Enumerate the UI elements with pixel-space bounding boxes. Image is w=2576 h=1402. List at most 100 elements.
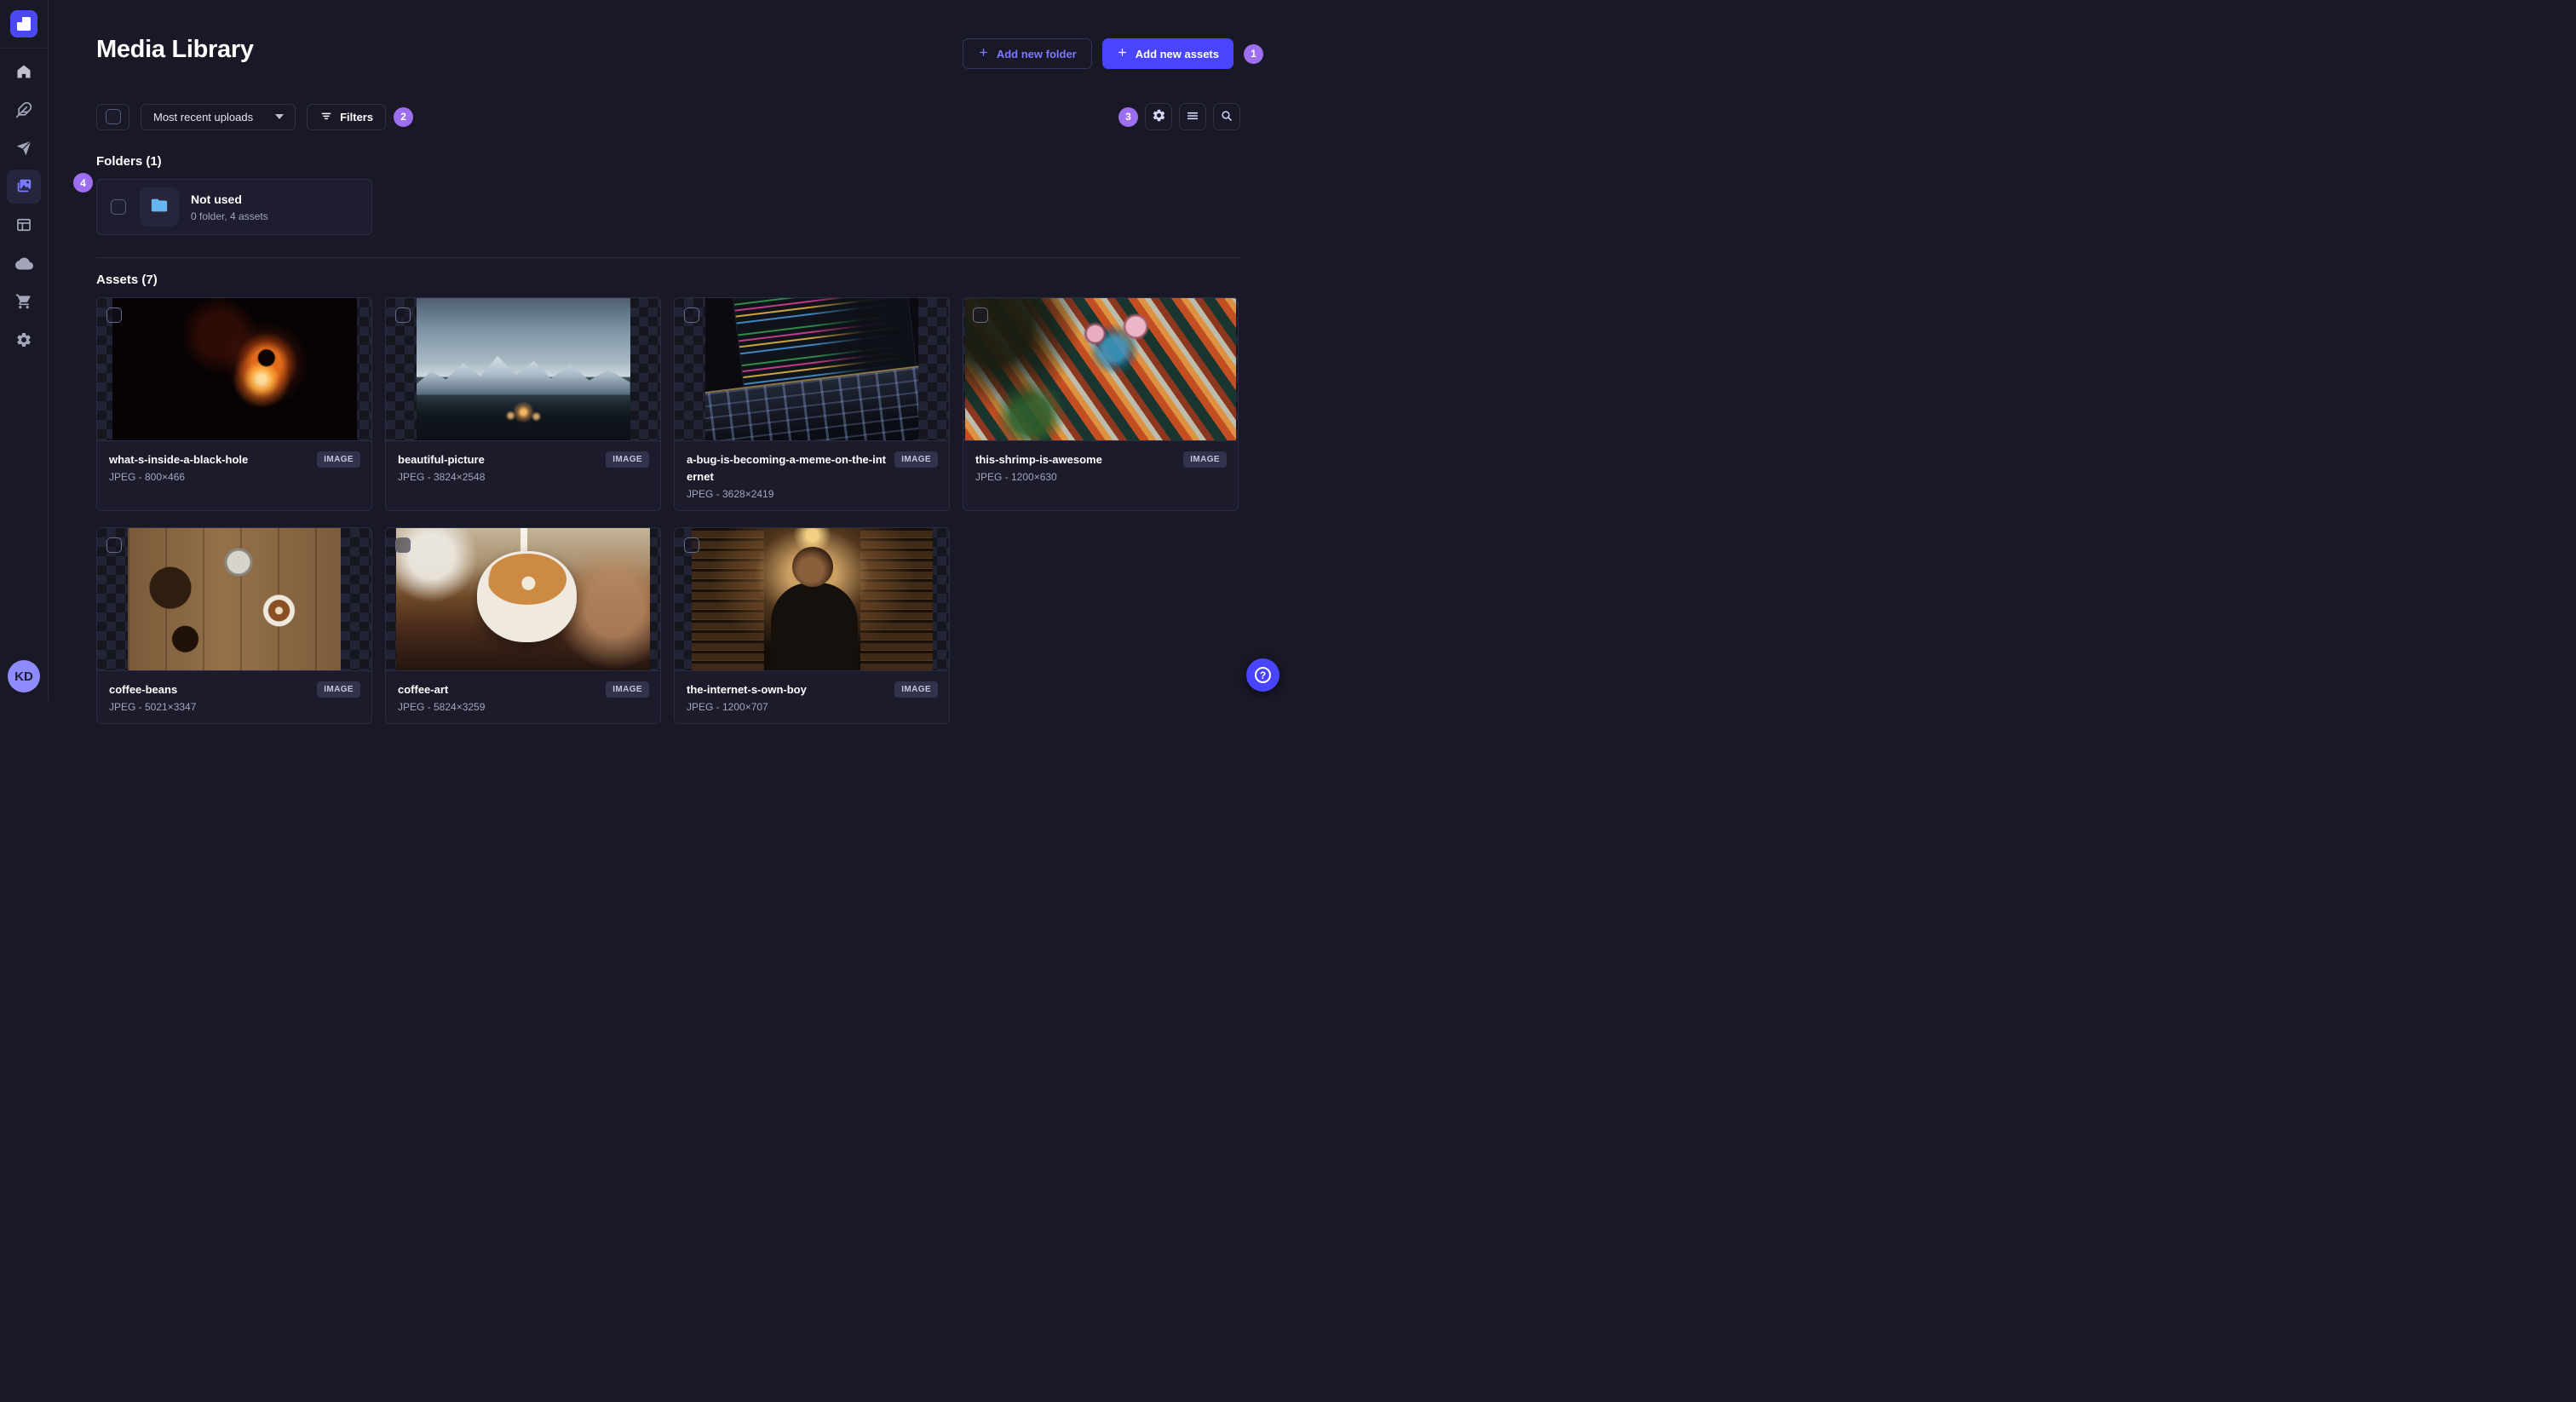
section-divider — [96, 257, 1240, 258]
asset-checkbox[interactable] — [106, 307, 122, 323]
user-avatar[interactable]: KD — [8, 660, 40, 692]
asset-type-badge: IMAGE — [1183, 451, 1227, 468]
assets-grid: what-s-inside-a-black-hole JPEG - 800×46… — [96, 297, 1240, 725]
filters-button[interactable]: Filters — [307, 103, 387, 130]
sort-dropdown[interactable]: Most recent uploads — [141, 103, 296, 130]
sidebar-item-cloud[interactable] — [7, 246, 41, 280]
asset-footer: what-s-inside-a-black-hole JPEG - 800×46… — [97, 440, 371, 494]
controls-row: Most recent uploads Filters 2 3 — [96, 103, 1240, 130]
sidebar-nav — [7, 55, 41, 361]
asset-card[interactable]: what-s-inside-a-black-hole JPEG - 800×46… — [96, 297, 372, 512]
asset-checkbox[interactable] — [684, 307, 699, 323]
sidebar-item-media-library[interactable] — [7, 170, 41, 204]
asset-thumbnail — [965, 298, 1236, 440]
assets-heading: Assets (7) — [96, 273, 158, 287]
sidebar-item-releases[interactable] — [7, 131, 41, 165]
step-badge-2: 2 — [394, 106, 414, 127]
folder-name: Not used — [191, 192, 242, 207]
asset-card[interactable]: coffee-beans JPEG - 5021×3347 IMAGE — [96, 527, 372, 725]
asset-name: a-bug-is-becoming-a-meme-on-the-internet — [687, 453, 886, 484]
asset-type-badge: IMAGE — [606, 451, 649, 468]
select-all-checkbox[interactable] — [105, 109, 121, 124]
sidebar-item-content-type-builder[interactable] — [7, 208, 41, 242]
folder-card[interactable]: Not used 0 folder, 4 assets — [96, 179, 372, 235]
folders-heading: Folders (1) — [96, 154, 162, 169]
folders-section: 4 Folders (1) Not used 0 folder, 4 asset… — [73, 154, 1240, 235]
asset-footer: beautiful-picture JPEG - 3824×2548 IMAGE — [386, 440, 660, 494]
sidebar-item-content[interactable] — [7, 93, 41, 127]
asset-name: what-s-inside-a-black-hole — [109, 453, 249, 466]
asset-card[interactable]: the-internet-s-own-boy JPEG - 1200×707 I… — [674, 527, 950, 725]
step-badge-4: 4 — [73, 173, 93, 192]
asset-meta: JPEG - 800×466 — [109, 471, 186, 484]
asset-thumbnail — [112, 298, 357, 440]
step-badge-1: 1 — [1244, 43, 1263, 64]
asset-media — [97, 528, 371, 671]
asset-media — [675, 298, 949, 440]
cart-icon — [15, 293, 32, 310]
sidebar-item-settings[interactable] — [7, 323, 41, 357]
asset-thumbnail — [128, 528, 341, 671]
asset-media — [675, 528, 949, 671]
step-badge-3: 3 — [1118, 106, 1138, 127]
asset-type-badge: IMAGE — [894, 451, 938, 468]
asset-checkbox[interactable] — [973, 307, 988, 323]
sidebar-divider — [0, 48, 48, 49]
asset-meta: JPEG - 5021×3347 — [109, 701, 197, 714]
list-view-button[interactable] — [1179, 103, 1206, 130]
home-icon — [15, 63, 32, 80]
folder-checkbox[interactable] — [111, 199, 126, 215]
paper-plane-icon — [15, 140, 32, 157]
asset-meta: JPEG - 3628×2419 — [687, 488, 774, 501]
asset-thumbnail — [691, 528, 933, 671]
assets-section: Assets (7) what-s-inside-a-black-hole JP… — [96, 273, 1240, 725]
add-new-assets-label: Add new assets — [1135, 47, 1219, 60]
strapi-logo[interactable] — [10, 10, 37, 37]
header-actions: Add new folder Add new assets 1 — [962, 38, 1263, 69]
asset-media — [97, 298, 371, 440]
asset-type-badge: IMAGE — [894, 681, 938, 698]
asset-info: beautiful-picture JPEG - 3824×2548 — [398, 451, 606, 483]
page-header: Media Library Add new folder Add new ass… — [96, 0, 1263, 69]
asset-card[interactable]: a-bug-is-becoming-a-meme-on-the-internet… — [674, 297, 950, 512]
folder-icon-tile — [140, 187, 179, 227]
sidebar-item-home[interactable] — [7, 55, 41, 89]
images-icon — [14, 177, 33, 196]
add-new-folder-button[interactable]: Add new folder — [962, 38, 1092, 69]
asset-card[interactable]: coffee-art JPEG - 5824×3259 IMAGE — [385, 527, 661, 725]
add-new-folder-label: Add new folder — [996, 47, 1077, 60]
asset-meta: JPEG - 5824×3259 — [398, 701, 486, 714]
asset-info: a-bug-is-becoming-a-meme-on-the-internet… — [687, 451, 894, 500]
gear-icon — [1152, 108, 1166, 125]
folder-icon — [150, 196, 169, 219]
search-icon — [1220, 109, 1233, 125]
sidebar-item-marketplace[interactable] — [7, 284, 41, 319]
asset-checkbox[interactable] — [106, 537, 122, 554]
asset-footer: coffee-art JPEG - 5824×3259 IMAGE — [386, 670, 660, 724]
asset-card[interactable]: this-shrimp-is-awesome JPEG - 1200×630 I… — [963, 297, 1239, 512]
asset-checkbox[interactable] — [684, 537, 699, 554]
help-button[interactable]: ? — [1246, 658, 1279, 692]
filters-label: Filters — [340, 110, 374, 124]
asset-footer: the-internet-s-own-boy JPEG - 1200×707 I… — [675, 670, 949, 724]
asset-footer: coffee-beans JPEG - 5021×3347 IMAGE — [97, 670, 371, 724]
asset-type-badge: IMAGE — [317, 681, 360, 698]
asset-meta: JPEG - 1200×707 — [687, 701, 768, 714]
asset-name: coffee-beans — [109, 683, 178, 697]
asset-thumbnail — [705, 298, 918, 440]
asset-checkbox[interactable] — [395, 307, 411, 323]
search-button[interactable] — [1213, 103, 1240, 130]
layout-icon — [15, 216, 32, 233]
sidebar: KD — [0, 0, 49, 701]
asset-card[interactable]: beautiful-picture JPEG - 3824×2548 IMAGE — [385, 297, 661, 512]
asset-media — [386, 298, 660, 440]
feather-icon — [15, 101, 32, 118]
asset-checkbox[interactable] — [395, 537, 411, 554]
select-all-button[interactable] — [96, 103, 129, 130]
plus-icon — [1117, 47, 1128, 60]
plus-icon — [978, 47, 989, 60]
asset-info: coffee-art JPEG - 5824×3259 — [398, 681, 606, 713]
add-new-assets-button[interactable]: Add new assets — [1101, 38, 1233, 69]
asset-name: beautiful-picture — [398, 453, 485, 466]
grid-settings-button[interactable] — [1145, 103, 1172, 130]
